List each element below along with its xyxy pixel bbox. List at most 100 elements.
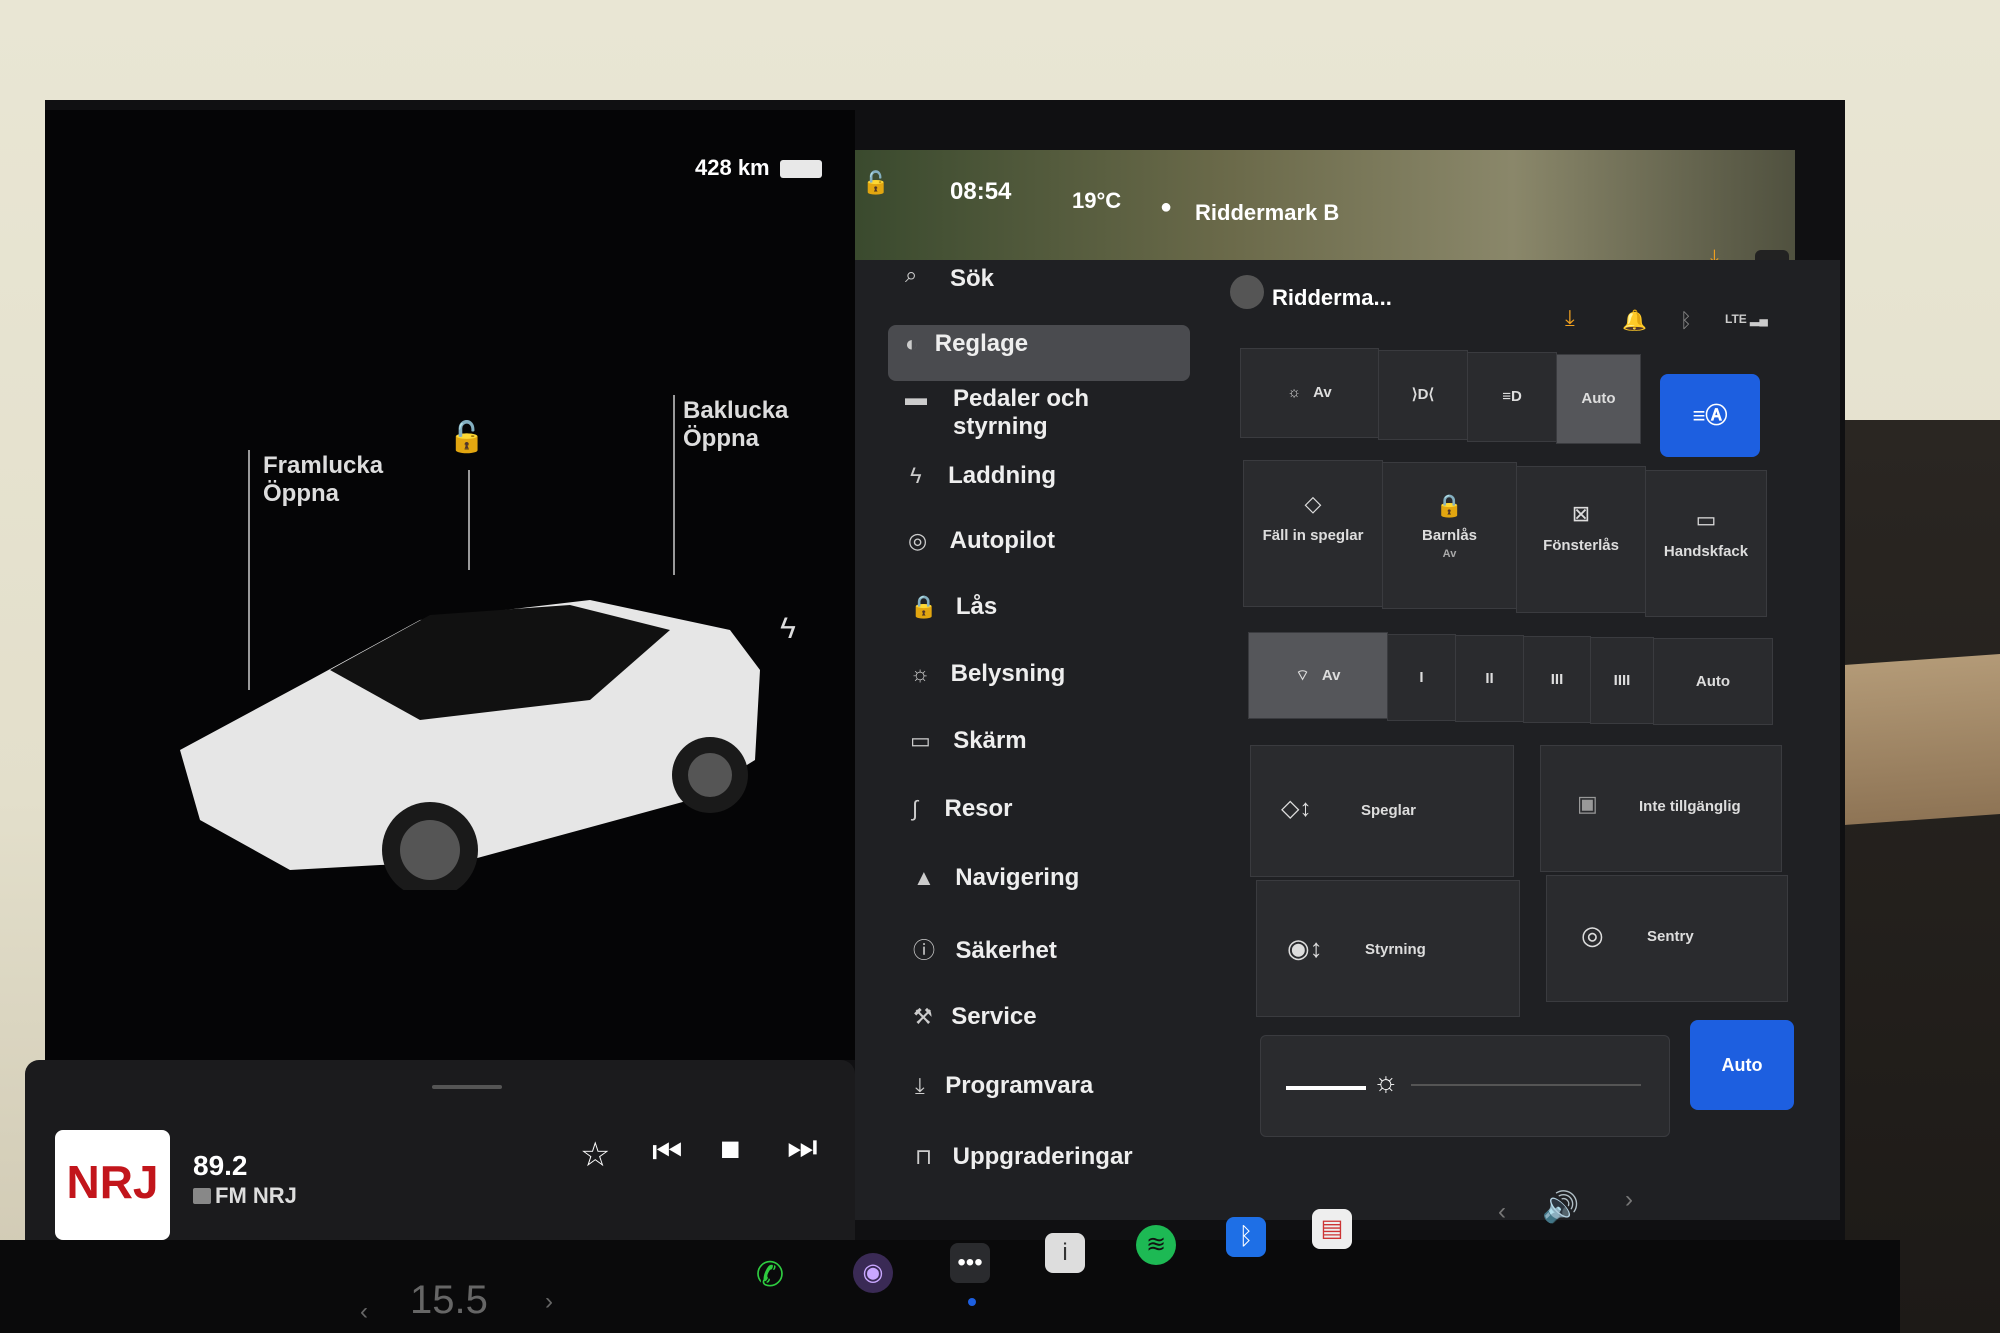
frunk-title: Framlucka bbox=[263, 452, 384, 479]
brightness-auto-button[interactable]: Auto bbox=[1690, 1020, 1794, 1110]
brightness-sun-icon[interactable]: ☼ bbox=[1373, 1066, 1399, 1098]
menu-item-sakerhet[interactable]: ⓘ Säkerhet bbox=[913, 933, 1057, 965]
menu-item-las[interactable]: 🔒 Lås bbox=[910, 593, 997, 621]
cabin-temperature[interactable]: 15.5 bbox=[410, 1278, 488, 1323]
adjust-mirrors-button[interactable]: ◇↕ Speglar bbox=[1250, 745, 1514, 877]
station-name: FM NRJ bbox=[215, 1183, 297, 1208]
menu-item-label: Programvara bbox=[945, 1072, 1094, 1099]
brightness-slider[interactable]: ☼ bbox=[1260, 1035, 1670, 1137]
media-drag-handle[interactable] bbox=[432, 1085, 502, 1089]
menu-item-service[interactable]: ⚒ Service bbox=[913, 1003, 1037, 1031]
wiper-icon: ⌔ bbox=[1295, 667, 1310, 684]
adjust-steering-label: Styrning bbox=[1365, 941, 1426, 958]
background-interior bbox=[1840, 420, 2000, 1333]
unlock-icon[interactable]: 🔓 bbox=[448, 420, 485, 455]
menu-item-label: Laddning bbox=[948, 462, 1057, 489]
lock-callout-line bbox=[468, 470, 470, 570]
wiper-speed-2[interactable]: II bbox=[1455, 635, 1524, 722]
wiper-speed-1[interactable]: I bbox=[1387, 634, 1456, 721]
window-lock-label: Fönsterlås bbox=[1543, 537, 1619, 554]
search-input[interactable]: Sök bbox=[950, 265, 994, 293]
frunk-button[interactable]: Framlucka Öppna bbox=[263, 452, 383, 508]
lock-icon: 🔒 bbox=[910, 594, 938, 619]
lights-off-button[interactable]: ☼ Av bbox=[1240, 348, 1379, 438]
low-beam-icon: ≡D bbox=[1502, 388, 1522, 405]
menu-item-label: Pedaler och styrning bbox=[953, 385, 1090, 440]
parking-lights-button[interactable]: ⟩D⟨ bbox=[1378, 350, 1468, 440]
sentry-icon: ◎ bbox=[1581, 920, 1604, 950]
steering-adjust-icon: ◉↕ bbox=[1287, 933, 1323, 963]
fold-mirrors-button[interactable]: ◇ Fäll in speglar bbox=[1243, 460, 1383, 607]
auto-high-beam-button[interactable]: ≡Ⓐ bbox=[1660, 374, 1760, 457]
menu-item-autopilot[interactable]: ◎ Autopilot bbox=[908, 527, 1055, 555]
menu-item-navigering[interactable]: ▲ Navigering bbox=[913, 864, 1079, 892]
frunk-action: Öppna bbox=[263, 480, 339, 507]
station-logo: NRJ bbox=[55, 1130, 170, 1240]
favorite-star-icon[interactable]: ☆ bbox=[580, 1135, 610, 1175]
child-lock-icon: 🔒 bbox=[1435, 493, 1464, 518]
temp-up-chevron-icon[interactable]: › bbox=[545, 1288, 553, 1316]
spotify-icon[interactable]: ≋ bbox=[1136, 1225, 1176, 1265]
temp-down-chevron-icon[interactable]: ‹ bbox=[360, 1298, 368, 1326]
window-lock-button[interactable]: ⊠ Fönsterlås bbox=[1516, 466, 1646, 613]
menu-item-uppgraderingar[interactable]: ⊓ Uppgraderingar bbox=[915, 1143, 1133, 1171]
menu-item-belysning[interactable]: ☼ Belysning bbox=[910, 660, 1065, 688]
mirror-icon: ◇ bbox=[1304, 491, 1322, 516]
volume-up-chevron-icon[interactable]: › bbox=[1625, 1186, 1633, 1214]
wipers-off-button[interactable]: ⌔ Av bbox=[1248, 632, 1388, 719]
charge-port-icon[interactable]: ϟ bbox=[780, 612, 796, 646]
menu-item-pedaler[interactable]: ▬ Pedaler och styrning bbox=[905, 385, 1145, 440]
sun-icon: ☼ bbox=[910, 661, 931, 686]
owners-manual-icon[interactable]: i bbox=[1045, 1233, 1085, 1273]
brightness-track bbox=[1411, 1084, 1641, 1086]
menu-item-label: Skärm bbox=[953, 727, 1027, 754]
unavailable-tile: ▣ Inte tillgänglig bbox=[1540, 745, 1782, 872]
calendar-icon[interactable]: ▤ bbox=[1312, 1209, 1352, 1249]
profile-avatar[interactable] bbox=[1230, 275, 1264, 309]
menu-item-resor[interactable]: ∫ Resor bbox=[912, 795, 1013, 823]
next-track-icon[interactable]: ⏭ bbox=[787, 1128, 818, 1167]
lights-auto-button[interactable]: Auto bbox=[1556, 354, 1641, 444]
active-app-dot bbox=[968, 1298, 976, 1306]
menu-item-label: Lås bbox=[955, 593, 998, 620]
profile-name[interactable]: Ridderma... bbox=[1272, 285, 1392, 311]
car-image bbox=[180, 600, 760, 890]
menu-item-label: Reglage bbox=[934, 330, 1029, 357]
steering-wheel-icon: ◎ bbox=[908, 528, 928, 553]
wiper-speed-3[interactable]: III bbox=[1523, 636, 1591, 723]
bag-icon: ⊓ bbox=[915, 1144, 933, 1169]
menu-item-label: Navigering bbox=[955, 864, 1080, 891]
menu-item-label: Resor bbox=[944, 795, 1013, 822]
bluetooth-icon[interactable]: ᛒ bbox=[1226, 1217, 1266, 1257]
driver-profile-icon: ● bbox=[1160, 196, 1173, 218]
software-download-icon[interactable]: ⤓ bbox=[1565, 305, 1575, 331]
child-lock-button[interactable]: 🔒 Barnlås Av bbox=[1382, 462, 1517, 609]
menu-item-label: Uppgraderingar bbox=[952, 1143, 1133, 1170]
volume-icon[interactable]: 🔊 bbox=[1542, 1190, 1579, 1225]
stop-icon[interactable]: ■ bbox=[720, 1130, 741, 1169]
lock-status-icon[interactable]: 🔓 bbox=[862, 170, 889, 196]
wiper-speed-4[interactable]: IIII bbox=[1590, 637, 1654, 724]
more-apps-icon[interactable]: ••• bbox=[950, 1243, 990, 1283]
glovebox-button[interactable]: ▭ Handskfack bbox=[1645, 470, 1767, 617]
menu-item-label: Service bbox=[951, 1003, 1037, 1030]
adjust-steering-button[interactable]: ◉↕ Styrning bbox=[1256, 880, 1520, 1017]
sentry-button[interactable]: ◎ Sentry bbox=[1546, 875, 1788, 1002]
previous-track-icon[interactable]: ⏮ bbox=[652, 1133, 683, 1172]
menu-item-reglage[interactable]: ◐ Reglage bbox=[905, 330, 1205, 358]
trunk-button[interactable]: Baklucka Öppna bbox=[683, 397, 788, 453]
low-beam-button[interactable]: ≡D bbox=[1467, 352, 1557, 442]
menu-item-programvara[interactable]: ⤓ Programvara bbox=[915, 1072, 1093, 1100]
menu-item-skarm[interactable]: ▭ Skärm bbox=[910, 727, 1027, 755]
menu-item-laddning[interactable]: ϟ Laddning bbox=[910, 462, 1056, 490]
search-icon[interactable]: ⌕ bbox=[905, 262, 917, 288]
menu-item-label: Autopilot bbox=[949, 527, 1055, 554]
bell-icon[interactable]: 🔔 bbox=[1622, 308, 1647, 333]
trunk-callout-line bbox=[673, 395, 675, 575]
wipers-auto-button[interactable]: Auto bbox=[1653, 638, 1773, 725]
bluetooth-status-icon: ᛒ bbox=[1680, 310, 1692, 332]
volume-down-chevron-icon[interactable]: ‹ bbox=[1498, 1198, 1506, 1226]
camera-app-icon[interactable]: ◉ bbox=[853, 1253, 893, 1293]
phone-icon[interactable]: ✆ bbox=[750, 1255, 790, 1295]
trunk-action: Öppna bbox=[683, 425, 759, 452]
